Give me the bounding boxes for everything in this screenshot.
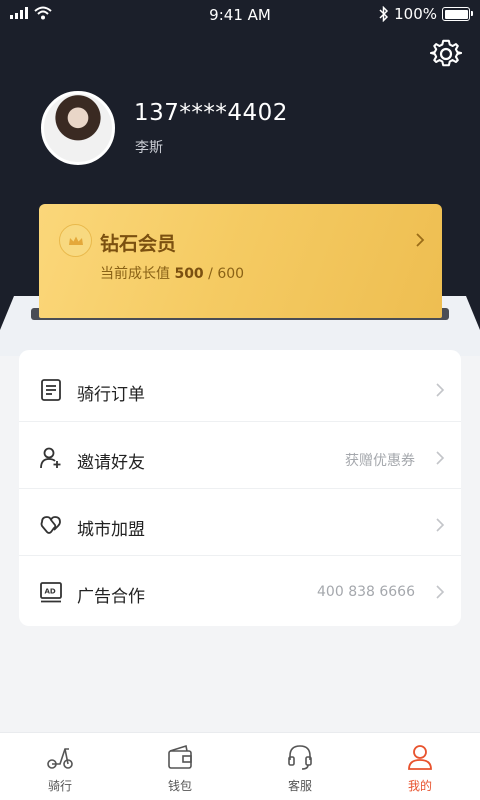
menu-label: 骑行订单	[77, 385, 145, 405]
menu-label: 广告合作	[77, 587, 145, 607]
menu-value: 400 838 6666	[317, 584, 415, 600]
crown-icon	[59, 224, 92, 257]
menu-item-ride-orders[interactable]: 骑行订单	[19, 354, 461, 421]
vip-card[interactable]: 钻石会员 当前成长值 500 / 600	[39, 204, 442, 318]
nav-item-ride[interactable]: 骑行	[0, 733, 120, 800]
gear-icon[interactable]	[430, 38, 462, 70]
nav-item-wallet[interactable]: 钱包	[120, 733, 240, 800]
ad-screen-icon: AD	[40, 582, 62, 603]
handshake-icon	[40, 516, 61, 534]
menu-label: 城市加盟	[77, 520, 145, 540]
nav-label: 我的	[407, 779, 432, 793]
add-user-icon	[40, 447, 61, 469]
vip-progress-label: 当前成长值	[100, 266, 170, 282]
nav-label: 钱包	[167, 779, 192, 793]
user-phone: 137****4402	[134, 100, 288, 126]
menu-item-ad-cooperation[interactable]: AD 广告合作 400 838 6666	[19, 555, 461, 622]
status-right: 100%	[379, 5, 473, 23]
bluetooth-icon	[379, 6, 389, 22]
battery-text: 100%	[394, 5, 437, 23]
bottom-nav: 骑行 钱包 客服 我的	[0, 732, 480, 800]
document-icon	[41, 379, 61, 401]
wallet-icon	[168, 744, 192, 769]
menu-value: 获赠优惠券	[345, 453, 415, 469]
nav-item-mine[interactable]: 我的	[360, 733, 480, 800]
menu-label: 邀请好友	[77, 453, 145, 473]
vip-title: 钻石会员	[100, 233, 177, 255]
chevron-right-icon	[436, 451, 445, 465]
chevron-right-icon	[436, 518, 445, 532]
scooter-icon	[47, 748, 73, 769]
person-icon	[408, 745, 432, 770]
menu-card: 骑行订单 邀请好友 获赠优惠券 城市加盟 AD 广告合作 400 838 666…	[19, 350, 461, 626]
chevron-right-icon	[436, 383, 445, 397]
avatar[interactable]	[41, 91, 115, 165]
nav-label: 骑行	[47, 779, 72, 793]
headset-icon	[288, 745, 312, 770]
svg-text:AD: AD	[45, 588, 56, 596]
menu-item-city-franchise[interactable]: 城市加盟	[19, 488, 461, 555]
vip-progress: 当前成长值 500 / 600	[100, 263, 244, 283]
nav-label: 客服	[287, 779, 312, 793]
status-bar: 9:41 AM 100%	[0, 0, 480, 30]
vip-progress-max: 600	[217, 266, 245, 282]
battery-icon	[442, 7, 473, 21]
vip-progress-separator: /	[203, 266, 218, 282]
vip-progress-current: 500	[174, 266, 204, 282]
menu-item-invite-friends[interactable]: 邀请好友 获赠优惠券	[19, 421, 461, 488]
nav-item-support[interactable]: 客服	[240, 733, 360, 800]
user-name: 李斯	[135, 140, 163, 156]
chevron-right-icon	[416, 233, 425, 247]
chevron-right-icon	[436, 585, 445, 599]
